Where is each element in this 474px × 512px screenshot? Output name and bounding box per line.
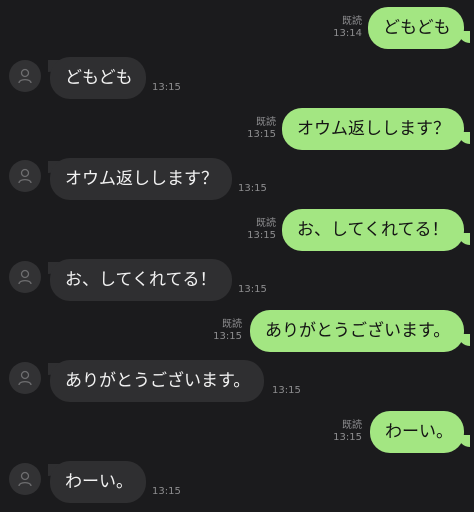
message-meta: 既読 13:15 <box>232 218 276 242</box>
message-meta: 既読 13:15 <box>198 319 242 343</box>
message-time: 13:15 <box>238 183 267 194</box>
message-time: 13:15 <box>272 385 301 396</box>
message-text: オウム返しします？ <box>65 169 218 189</box>
message-time: 13:15 <box>152 82 181 93</box>
sent-message-bubble[interactable]: オウム返しします？ <box>282 108 464 150</box>
message-time: 13:15 <box>152 486 181 497</box>
message-text: わーい。 <box>65 472 133 492</box>
read-receipt: 既読 <box>342 16 362 27</box>
read-receipt: 既読 <box>256 117 276 128</box>
received-message-bubble[interactable]: オウム返しします？ <box>50 158 232 200</box>
message-text: オウム返しします？ <box>297 119 450 139</box>
person-icon <box>18 471 32 487</box>
message-text: どもども <box>65 68 133 88</box>
person-icon <box>18 168 32 184</box>
sent-message-bubble[interactable]: ありがとうございます。 <box>250 310 464 352</box>
read-receipt: 既読 <box>342 420 362 431</box>
message-text: どもども <box>383 18 451 38</box>
read-receipt: 既読 <box>256 218 276 229</box>
message-meta: 既読 13:15 <box>232 117 276 141</box>
message-text: お、してくれてる！ <box>297 220 449 240</box>
received-message-bubble[interactable]: わーい。 <box>50 461 146 503</box>
message-time: 13:15 <box>238 284 267 295</box>
avatar[interactable] <box>9 60 41 92</box>
message-time: 13:15 <box>247 230 276 241</box>
avatar[interactable] <box>9 160 41 192</box>
avatar[interactable] <box>9 463 41 495</box>
chat-thread: 既読 13:14 どもども どもども 13:15 既読 13:15 オウム返しし… <box>0 0 474 512</box>
sent-message-bubble[interactable]: お、してくれてる！ <box>282 209 464 251</box>
avatar[interactable] <box>9 362 41 394</box>
person-icon <box>18 269 32 285</box>
message-meta: 既読 13:15 <box>318 420 362 444</box>
received-message-bubble[interactable]: お、してくれてる！ <box>50 259 232 301</box>
message-text: ありがとうございます。 <box>265 321 451 341</box>
person-icon <box>18 68 32 84</box>
message-time: 13:15 <box>333 432 362 443</box>
message-text: ありがとうございます。 <box>65 371 251 391</box>
message-text: わーい。 <box>385 422 453 442</box>
message-time: 13:14 <box>333 28 362 39</box>
person-icon <box>18 370 32 386</box>
received-message-bubble[interactable]: どもども <box>50 57 146 99</box>
message-meta: 既読 13:14 <box>318 16 362 40</box>
message-time: 13:15 <box>247 129 276 140</box>
message-text: お、してくれてる！ <box>65 270 217 290</box>
received-message-bubble[interactable]: ありがとうございます。 <box>50 360 264 402</box>
sent-message-bubble[interactable]: どもども <box>368 7 464 49</box>
message-time: 13:15 <box>213 331 242 342</box>
read-receipt: 既読 <box>222 319 242 330</box>
avatar[interactable] <box>9 261 41 293</box>
sent-message-bubble[interactable]: わーい。 <box>370 411 464 453</box>
